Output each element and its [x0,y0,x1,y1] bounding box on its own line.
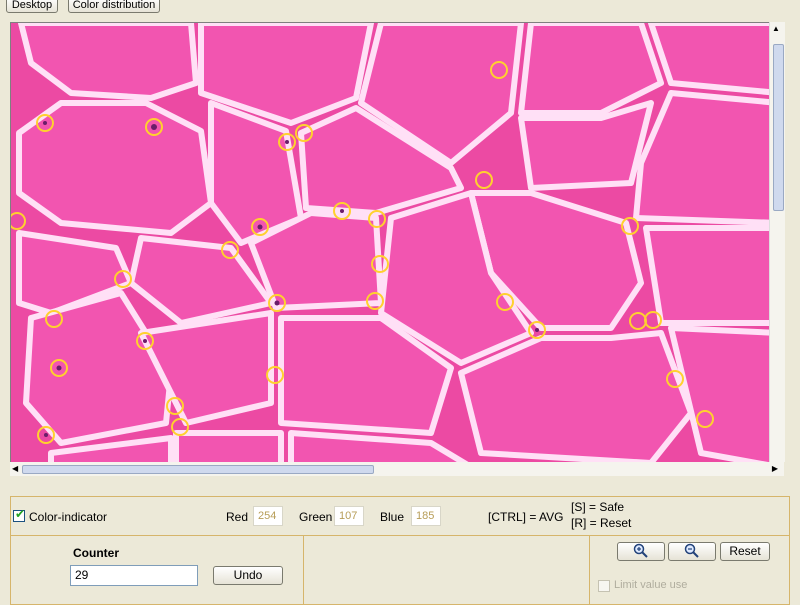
image-viewer[interactable] [10,22,780,468]
reset-button[interactable]: Reset [720,542,770,561]
horizontal-scrollbar[interactable]: ◀ ▶ [10,462,784,476]
horizontal-scroll-thumb[interactable] [22,465,374,474]
scroll-left-icon[interactable]: ◀ [12,464,18,473]
ctrl-hint: [CTRL] = AVG [488,510,564,524]
vertical-scrollbar[interactable]: ▲ [769,22,785,462]
checkmark-icon: ✔ [15,507,26,521]
color-distribution-button[interactable]: Color distribution [68,0,160,13]
limit-value-label: Limit value use [614,579,688,591]
vertical-scroll-thumb[interactable] [773,44,784,211]
zoom-in-icon [633,543,648,558]
red-label: Red [226,510,249,524]
reset-hint: [R] = Reset [571,516,632,530]
color-indicator-label: Color-indicator [29,510,108,524]
undo-button[interactable]: Undo [213,566,283,585]
counter-panel: Counter 29 Undo [10,535,304,605]
counter-input[interactable]: 29 [70,565,198,586]
desktop-button[interactable]: Desktop [6,0,58,13]
scroll-up-icon[interactable]: ▲ [772,24,780,33]
color-indicator-checkbox[interactable]: ✔ [13,507,26,522]
scroll-right-icon[interactable]: ▶ [772,464,778,473]
blue-label: Blue [380,510,405,524]
counter-title: Counter [73,546,119,560]
blue-value: 185 [411,506,441,526]
zoom-panel: Reset Limit value use [589,535,790,605]
red-value: 254 [253,506,283,526]
green-value: 107 [334,506,364,526]
middle-panel [303,535,590,605]
microscopy-image[interactable] [11,23,779,467]
zoom-out-icon [684,543,699,558]
green-label: Green [299,510,333,524]
zoom-out-button[interactable] [668,542,716,561]
zoom-in-button[interactable] [617,542,665,561]
safe-hint: [S] = Safe [571,500,625,514]
limit-value-checkbox[interactable] [598,580,610,592]
color-indicator-panel: ✔ Color-indicator Red 254 Green 107 Blue… [10,496,790,536]
